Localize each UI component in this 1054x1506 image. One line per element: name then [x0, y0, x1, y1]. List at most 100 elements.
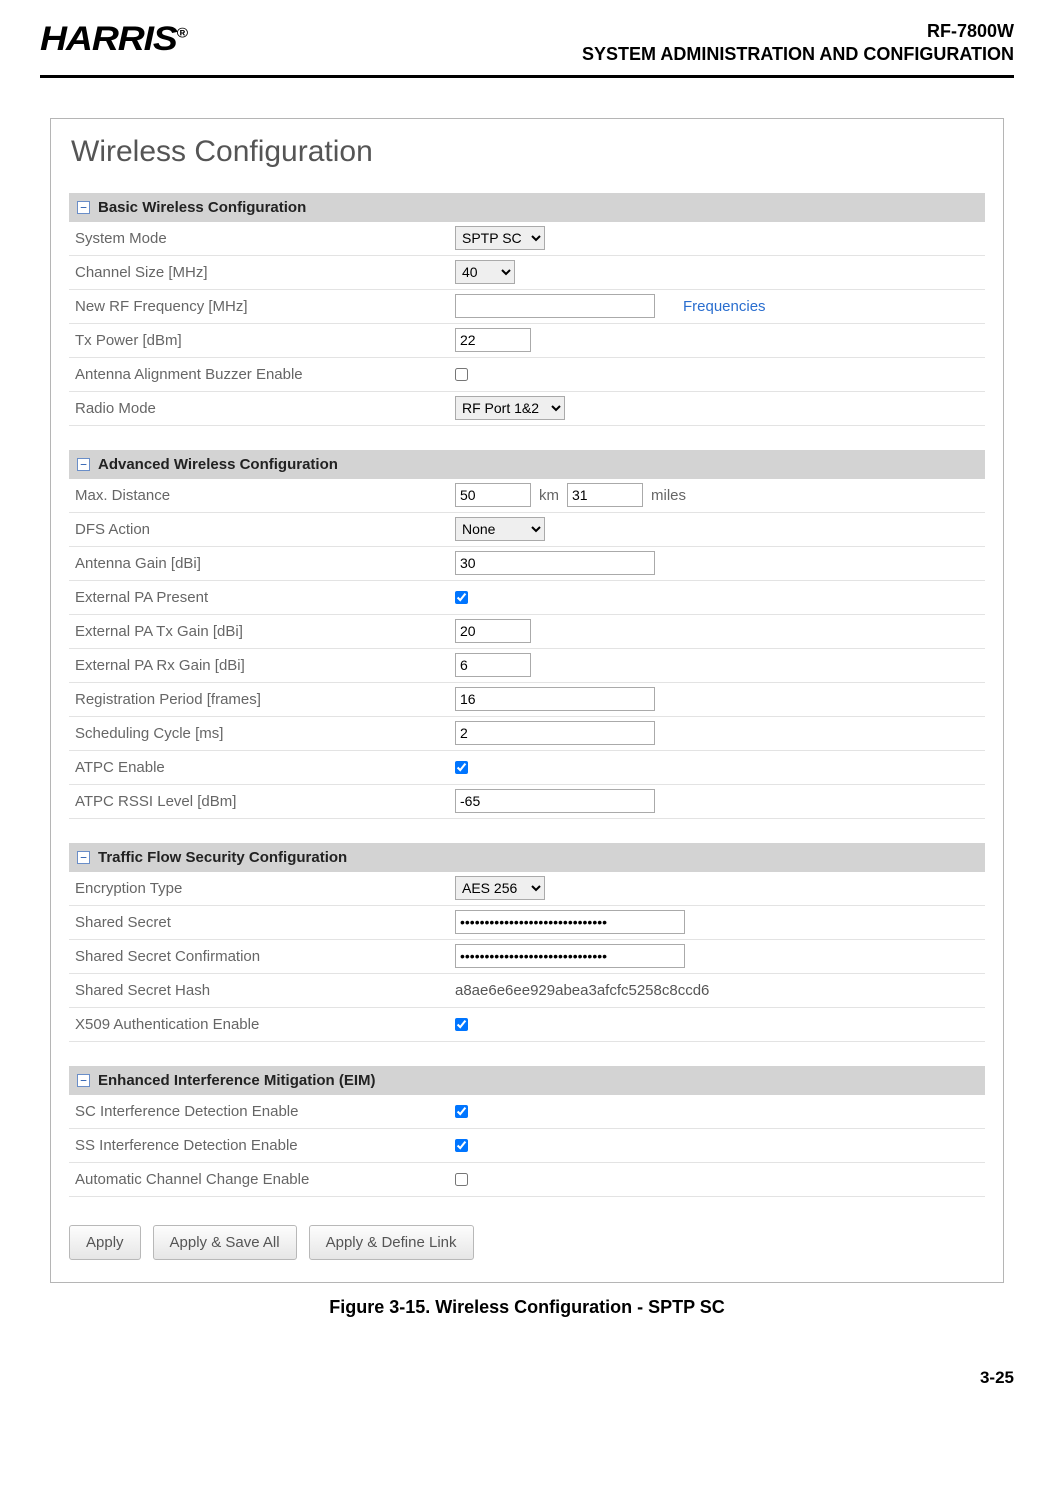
row-ext-pa-rx: External PA Rx Gain [dBi]: [69, 649, 985, 683]
doc-title: SYSTEM ADMINISTRATION AND CONFIGURATION: [582, 43, 1014, 66]
radio-mode-select[interactable]: RF Port 1&2: [455, 396, 565, 420]
buzzer-label: Antenna Alignment Buzzer Enable: [75, 366, 455, 383]
section-eim-title: Enhanced Interference Mitigation (EIM): [98, 1072, 376, 1089]
hash-value: a8ae6e6ee929abea3afcfc5258c8ccd6: [455, 982, 709, 999]
system-mode-label: System Mode: [75, 230, 455, 247]
system-mode-select[interactable]: SPTP SC: [455, 226, 545, 250]
row-x509: X509 Authentication Enable: [69, 1008, 985, 1042]
ext-pa-present-checkbox[interactable]: [455, 591, 468, 604]
row-encryption: Encryption Type AES 256: [69, 872, 985, 906]
doc-id: RF-7800W: [582, 20, 1014, 43]
button-row: Apply Apply & Save All Apply & Define Li…: [69, 1225, 985, 1260]
atpc-enable-label: ATPC Enable: [75, 759, 455, 776]
row-ss-detect: SS Interference Detection Enable: [69, 1129, 985, 1163]
row-max-distance: Max. Distance km miles: [69, 479, 985, 513]
new-rf-freq-input[interactable]: [455, 294, 655, 318]
auto-channel-checkbox[interactable]: [455, 1173, 468, 1186]
max-distance-mi-input[interactable]: [567, 483, 643, 507]
section-traffic-title: Traffic Flow Security Configuration: [98, 849, 347, 866]
section-eim-header[interactable]: − Enhanced Interference Mitigation (EIM): [69, 1066, 985, 1095]
row-buzzer: Antenna Alignment Buzzer Enable: [69, 358, 985, 392]
atpc-rssi-input[interactable]: [455, 789, 655, 813]
max-distance-km-input[interactable]: [455, 483, 531, 507]
page-number: 3-25: [40, 1368, 1014, 1388]
shared-secret-conf-input[interactable]: [455, 944, 685, 968]
section-advanced-header[interactable]: − Advanced Wireless Configuration: [69, 450, 985, 479]
row-reg-period: Registration Period [frames]: [69, 683, 985, 717]
collapse-icon[interactable]: −: [77, 851, 90, 864]
row-channel-size: Channel Size [MHz] 40: [69, 256, 985, 290]
atpc-enable-checkbox[interactable]: [455, 761, 468, 774]
apply-button[interactable]: Apply: [69, 1225, 141, 1260]
row-new-rf-freq: New RF Frequency [MHz] Frequencies: [69, 290, 985, 324]
collapse-icon[interactable]: −: [77, 201, 90, 214]
ext-pa-tx-label: External PA Tx Gain [dBi]: [75, 623, 455, 640]
document-header: HARRIS® RF-7800W SYSTEM ADMINISTRATION A…: [40, 20, 1014, 78]
row-sc-detect: SC Interference Detection Enable: [69, 1095, 985, 1129]
sc-detect-checkbox[interactable]: [455, 1105, 468, 1118]
row-sched-cycle: Scheduling Cycle [ms]: [69, 717, 985, 751]
row-antenna-gain: Antenna Gain [dBi]: [69, 547, 985, 581]
row-ext-pa-present: External PA Present: [69, 581, 985, 615]
section-basic-header[interactable]: − Basic Wireless Configuration: [69, 193, 985, 222]
antenna-gain-label: Antenna Gain [dBi]: [75, 555, 455, 572]
row-atpc-enable: ATPC Enable: [69, 751, 985, 785]
dfs-action-label: DFS Action: [75, 521, 455, 538]
row-radio-mode: Radio Mode RF Port 1&2: [69, 392, 985, 426]
antenna-gain-input[interactable]: [455, 551, 655, 575]
tx-power-label: Tx Power [dBm]: [75, 332, 455, 349]
tx-power-input[interactable]: [455, 328, 531, 352]
apply-save-all-button[interactable]: Apply & Save All: [153, 1225, 297, 1260]
row-dfs-action: DFS Action None: [69, 513, 985, 547]
x509-checkbox[interactable]: [455, 1018, 468, 1031]
row-shared-secret: Shared Secret: [69, 906, 985, 940]
row-auto-channel: Automatic Channel Change Enable: [69, 1163, 985, 1197]
reg-period-label: Registration Period [frames]: [75, 691, 455, 708]
frequencies-link[interactable]: Frequencies: [683, 298, 766, 315]
apply-define-link-button[interactable]: Apply & Define Link: [309, 1225, 474, 1260]
ext-pa-rx-input[interactable]: [455, 653, 531, 677]
row-tx-power: Tx Power [dBm]: [69, 324, 985, 358]
hash-label: Shared Secret Hash: [75, 982, 455, 999]
row-shared-secret-conf: Shared Secret Confirmation: [69, 940, 985, 974]
ext-pa-tx-input[interactable]: [455, 619, 531, 643]
ss-detect-checkbox[interactable]: [455, 1139, 468, 1152]
miles-unit: miles: [651, 487, 686, 504]
registered-icon: ®: [177, 25, 187, 41]
document-titles: RF-7800W SYSTEM ADMINISTRATION AND CONFI…: [582, 20, 1014, 67]
atpc-rssi-label: ATPC RSSI Level [dBm]: [75, 793, 455, 810]
section-traffic-header[interactable]: − Traffic Flow Security Configuration: [69, 843, 985, 872]
logo-text: HARRIS: [40, 20, 177, 58]
auto-channel-label: Automatic Channel Change Enable: [75, 1171, 455, 1188]
screenshot-frame: Wireless Configuration − Basic Wireless …: [50, 118, 1004, 1283]
shared-secret-label: Shared Secret: [75, 914, 455, 931]
encryption-select[interactable]: AES 256: [455, 876, 545, 900]
row-system-mode: System Mode SPTP SC: [69, 222, 985, 256]
collapse-icon[interactable]: −: [77, 458, 90, 471]
ss-detect-label: SS Interference Detection Enable: [75, 1137, 455, 1154]
km-unit: km: [539, 487, 559, 504]
collapse-icon[interactable]: −: [77, 1074, 90, 1087]
figure-caption: Figure 3-15. Wireless Configuration - SP…: [40, 1297, 1014, 1318]
channel-size-label: Channel Size [MHz]: [75, 264, 455, 281]
harris-logo: HARRIS®: [40, 20, 187, 59]
ext-pa-rx-label: External PA Rx Gain [dBi]: [75, 657, 455, 674]
section-advanced-title: Advanced Wireless Configuration: [98, 456, 338, 473]
reg-period-input[interactable]: [455, 687, 655, 711]
sc-detect-label: SC Interference Detection Enable: [75, 1103, 455, 1120]
row-ext-pa-tx: External PA Tx Gain [dBi]: [69, 615, 985, 649]
shared-secret-conf-label: Shared Secret Confirmation: [75, 948, 455, 965]
sched-cycle-label: Scheduling Cycle [ms]: [75, 725, 455, 742]
buzzer-checkbox[interactable]: [455, 368, 468, 381]
new-rf-freq-label: New RF Frequency [MHz]: [75, 298, 455, 315]
x509-label: X509 Authentication Enable: [75, 1016, 455, 1033]
max-distance-label: Max. Distance: [75, 487, 455, 504]
radio-mode-label: Radio Mode: [75, 400, 455, 417]
encryption-label: Encryption Type: [75, 880, 455, 897]
row-hash: Shared Secret Hash a8ae6e6ee929abea3afcf…: [69, 974, 985, 1008]
dfs-action-select[interactable]: None: [455, 517, 545, 541]
shared-secret-input[interactable]: [455, 910, 685, 934]
row-atpc-rssi: ATPC RSSI Level [dBm]: [69, 785, 985, 819]
sched-cycle-input[interactable]: [455, 721, 655, 745]
channel-size-select[interactable]: 40: [455, 260, 515, 284]
